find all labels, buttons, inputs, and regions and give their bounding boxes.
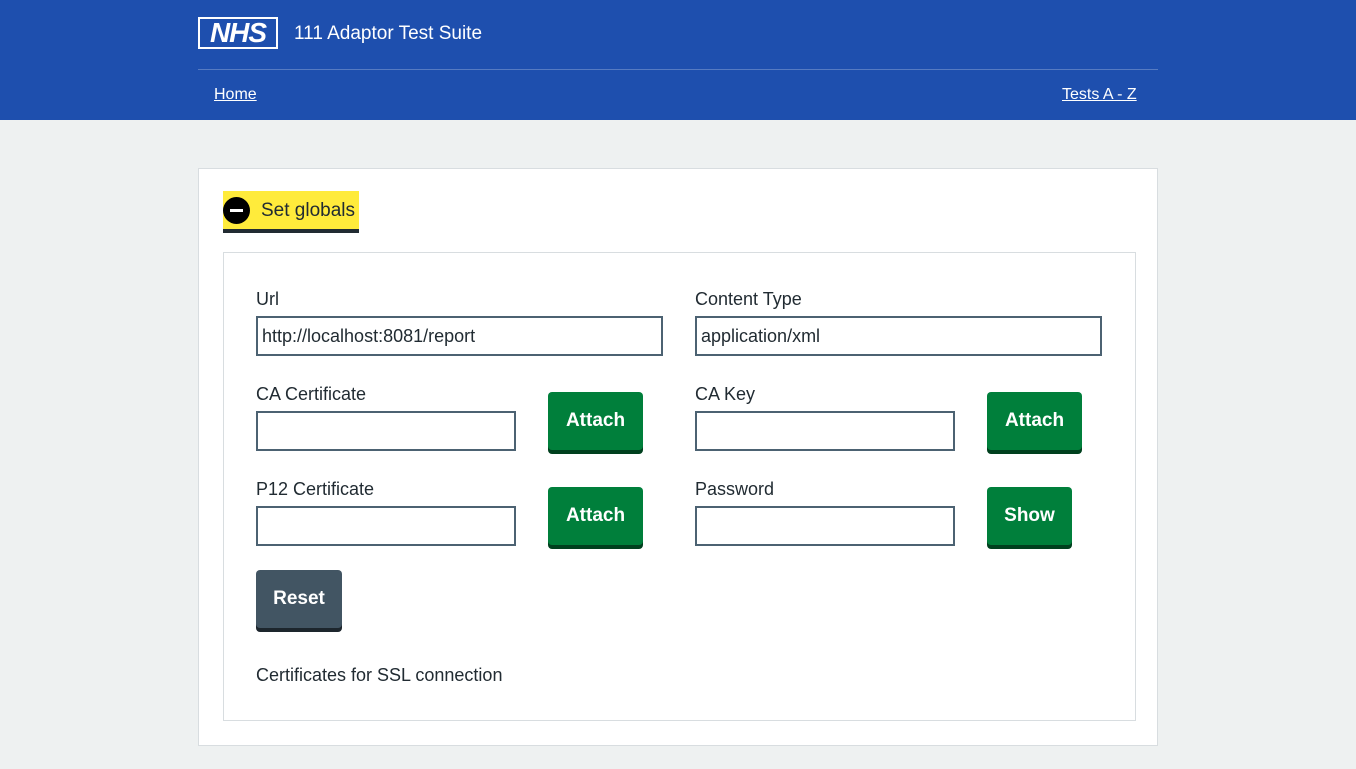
nhs-logo-text: NHS [200, 19, 276, 47]
url-input[interactable] [256, 316, 663, 356]
main-card: Set globals Url Content Type CA Certific… [198, 168, 1158, 746]
ca-certificate-label: CA Certificate [256, 384, 367, 404]
site-header: NHS 111 Adaptor Test Suite Home Tests A … [0, 0, 1356, 120]
content-type-label: Content Type [695, 289, 802, 309]
content-type-input[interactable] [695, 316, 1102, 356]
service-name[interactable]: 111 Adaptor Test Suite [294, 22, 482, 46]
ca-key-input[interactable] [695, 411, 955, 451]
nav-link-home[interactable]: Home [214, 85, 257, 105]
ca-certificate-input[interactable] [256, 411, 516, 451]
minus-circle-icon [223, 197, 250, 224]
ca-certificate-attach-button[interactable]: Attach [548, 392, 643, 450]
reset-button[interactable]: Reset [256, 570, 342, 628]
globals-panel: Url Content Type CA Certificate Attach C… [223, 252, 1136, 721]
url-label: Url [256, 289, 279, 309]
nav-divider [198, 69, 1158, 70]
ca-key-attach-button[interactable]: Attach [987, 392, 1082, 450]
set-globals-toggle[interactable]: Set globals [223, 191, 359, 233]
nhs-logo[interactable]: NHS [198, 17, 278, 49]
p12-certificate-attach-button[interactable]: Attach [548, 487, 643, 545]
nav-link-tests-a-z[interactable]: Tests A - Z [1062, 85, 1137, 105]
password-show-button[interactable]: Show [987, 487, 1072, 545]
password-label: Password [695, 479, 775, 499]
set-globals-label: Set globals [261, 200, 356, 221]
ca-key-label: CA Key [695, 384, 756, 404]
password-input[interactable] [695, 506, 955, 546]
p12-certificate-input[interactable] [256, 506, 516, 546]
ssl-hint-text: Certificates for SSL connection [256, 665, 503, 685]
p12-certificate-label: P12 Certificate [256, 479, 375, 499]
